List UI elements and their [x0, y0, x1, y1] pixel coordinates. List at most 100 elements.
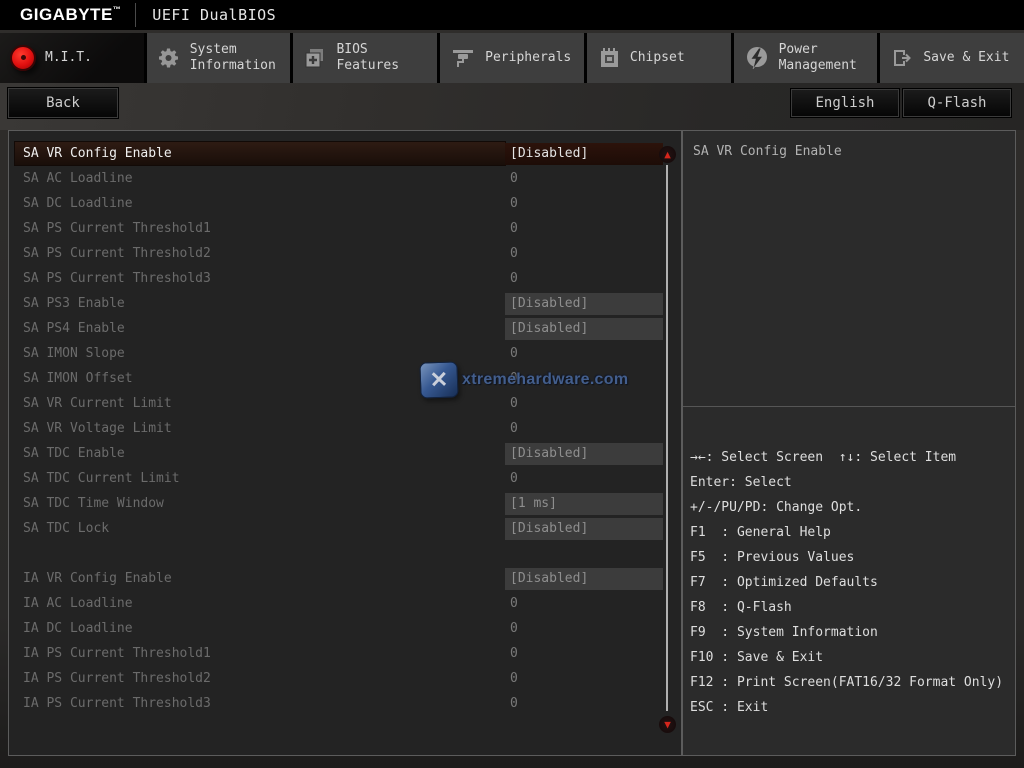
- tab-label: System Information: [190, 42, 290, 74]
- settings-row[interactable]: SA VR Voltage Limit0: [9, 416, 681, 441]
- tab-system-information[interactable]: System Information: [147, 33, 291, 83]
- scroll-up-arrow[interactable]: ▲: [659, 146, 676, 163]
- settings-row[interactable]: SA IMON Offset0: [9, 366, 681, 391]
- setting-label: SA VR Config Enable: [15, 142, 505, 165]
- setting-label: IA PS Current Threshold2: [15, 667, 505, 690]
- setting-value[interactable]: 0: [505, 392, 663, 415]
- setting-label: SA TDC Lock: [15, 517, 505, 540]
- key-legend-line: ESC : Exit: [690, 695, 1013, 720]
- setting-value[interactable]: 0: [505, 692, 663, 715]
- setting-value[interactable]: 0: [505, 167, 663, 190]
- settings-row[interactable]: SA PS Current Threshold10: [9, 216, 681, 241]
- setting-value[interactable]: 0: [505, 217, 663, 240]
- setting-value[interactable]: 0: [505, 242, 663, 265]
- setting-value: [505, 542, 663, 565]
- setting-label: SA TDC Enable: [15, 442, 505, 465]
- setting-value[interactable]: 0: [505, 417, 663, 440]
- gigabyte-logo: GIGABYTE™: [0, 5, 121, 25]
- tab-label: Save & Exit: [923, 50, 1009, 66]
- settings-row[interactable]: SA DC Loadline0: [9, 191, 681, 216]
- peripheral-device-icon: [450, 46, 476, 70]
- key-legend-line: F8 : Q-Flash: [690, 595, 1013, 620]
- setting-value[interactable]: 0: [505, 667, 663, 690]
- settings-row[interactable]: SA TDC Current Limit0: [9, 466, 681, 491]
- power-bolt-icon: [744, 45, 770, 71]
- setting-value[interactable]: 0: [505, 642, 663, 665]
- settings-row[interactable]: SA PS Current Threshold30: [9, 266, 681, 291]
- trademark-symbol: ™: [113, 5, 122, 14]
- settings-row[interactable]: IA VR Config Enable[Disabled]: [9, 566, 681, 591]
- tab-label: Peripherals: [485, 50, 571, 66]
- setting-value[interactable]: [Disabled]: [505, 143, 663, 165]
- settings-row[interactable]: SA TDC Time Window[1 ms]: [9, 491, 681, 516]
- mit-dial-icon: [10, 45, 36, 71]
- tab-bios-features[interactable]: BIOS Features: [293, 33, 437, 83]
- tab-peripherals[interactable]: Peripherals: [440, 33, 584, 83]
- settings-row[interactable]: SA PS3 Enable[Disabled]: [9, 291, 681, 316]
- key-legend: →←: Select Screen ↑↓: Select ItemEnter: …: [690, 445, 1013, 720]
- key-legend-line: F9 : System Information: [690, 620, 1013, 645]
- setting-label: IA PS Current Threshold1: [15, 642, 505, 665]
- save-exit-icon: [890, 46, 914, 70]
- setting-label: SA PS Current Threshold3: [15, 267, 505, 290]
- tab-label: Power Management: [779, 42, 878, 74]
- settings-row[interactable]: IA DC Loadline0: [9, 616, 681, 641]
- setting-label: SA PS Current Threshold2: [15, 242, 505, 265]
- setting-label: SA PS4 Enable: [15, 317, 505, 340]
- settings-row[interactable]: IA PS Current Threshold20: [9, 666, 681, 691]
- setting-value[interactable]: [Disabled]: [505, 518, 663, 540]
- tab-label: BIOS Features: [336, 42, 436, 74]
- settings-row[interactable]: SA TDC Enable[Disabled]: [9, 441, 681, 466]
- setting-label: IA PS Current Threshold3: [15, 692, 505, 715]
- tab-label: M.I.T.: [45, 50, 92, 66]
- setting-value[interactable]: [Disabled]: [505, 318, 663, 340]
- settings-row[interactable]: SA VR Config Enable[Disabled]: [9, 141, 681, 166]
- tab-mit[interactable]: M.I.T.: [0, 33, 144, 83]
- tab-save-exit[interactable]: Save & Exit: [880, 33, 1024, 83]
- setting-label: IA DC Loadline: [15, 617, 505, 640]
- setting-label: [15, 542, 505, 565]
- key-legend-line: F12 : Print Screen(FAT16/32 Format Only): [690, 670, 1013, 695]
- setting-value[interactable]: 0: [505, 467, 663, 490]
- scroll-down-arrow[interactable]: ▼: [659, 716, 676, 733]
- settings-row[interactable]: IA PS Current Threshold30: [9, 691, 681, 716]
- bios-title: UEFI DualBIOS: [152, 6, 276, 24]
- title-bar: GIGABYTE™ UEFI DualBIOS: [0, 0, 1024, 30]
- setting-value[interactable]: 0: [505, 267, 663, 290]
- settings-row[interactable]: IA PS Current Threshold10: [9, 641, 681, 666]
- key-legend-line: →←: Select Screen ↑↓: Select Item: [690, 445, 1013, 470]
- settings-row[interactable]: SA VR Current Limit0: [9, 391, 681, 416]
- settings-row[interactable]: SA PS Current Threshold20: [9, 241, 681, 266]
- setting-value[interactable]: 0: [505, 192, 663, 215]
- settings-row[interactable]: IA AC Loadline0: [9, 591, 681, 616]
- setting-label: SA VR Current Limit: [15, 392, 505, 415]
- setting-value[interactable]: [Disabled]: [505, 293, 663, 315]
- settings-row[interactable]: SA PS4 Enable[Disabled]: [9, 316, 681, 341]
- tab-label: Chipset: [630, 50, 685, 66]
- key-legend-line: Enter: Select: [690, 470, 1013, 495]
- scrollbar-track[interactable]: [666, 165, 668, 711]
- help-panel: SA VR Config Enable →←: Select Screen ↑↓…: [682, 130, 1016, 756]
- help-divider: [683, 406, 1015, 407]
- language-button[interactable]: English: [791, 89, 899, 117]
- qflash-button[interactable]: Q-Flash: [903, 89, 1011, 117]
- setting-value[interactable]: [Disabled]: [505, 568, 663, 590]
- settings-row[interactable]: SA AC Loadline0: [9, 166, 681, 191]
- setting-value[interactable]: 0: [505, 592, 663, 615]
- back-button[interactable]: Back: [8, 88, 118, 118]
- setting-value[interactable]: [1 ms]: [505, 493, 663, 515]
- setting-value[interactable]: [Disabled]: [505, 443, 663, 465]
- tab-chipset[interactable]: Chipset: [587, 33, 731, 83]
- key-legend-line: F1 : General Help: [690, 520, 1013, 545]
- settings-row[interactable]: SA IMON Slope0: [9, 341, 681, 366]
- setting-value[interactable]: 0: [505, 367, 663, 390]
- settings-row[interactable]: SA TDC Lock[Disabled]: [9, 516, 681, 541]
- setting-label: SA VR Voltage Limit: [15, 417, 505, 440]
- setting-value[interactable]: 0: [505, 617, 663, 640]
- key-legend-line: F10 : Save & Exit: [690, 645, 1013, 670]
- setting-label: SA DC Loadline: [15, 192, 505, 215]
- setting-value[interactable]: 0: [505, 342, 663, 365]
- setting-label: IA VR Config Enable: [15, 567, 505, 590]
- bios-chip-plus-icon: [303, 46, 327, 70]
- tab-power-management[interactable]: Power Management: [734, 33, 878, 83]
